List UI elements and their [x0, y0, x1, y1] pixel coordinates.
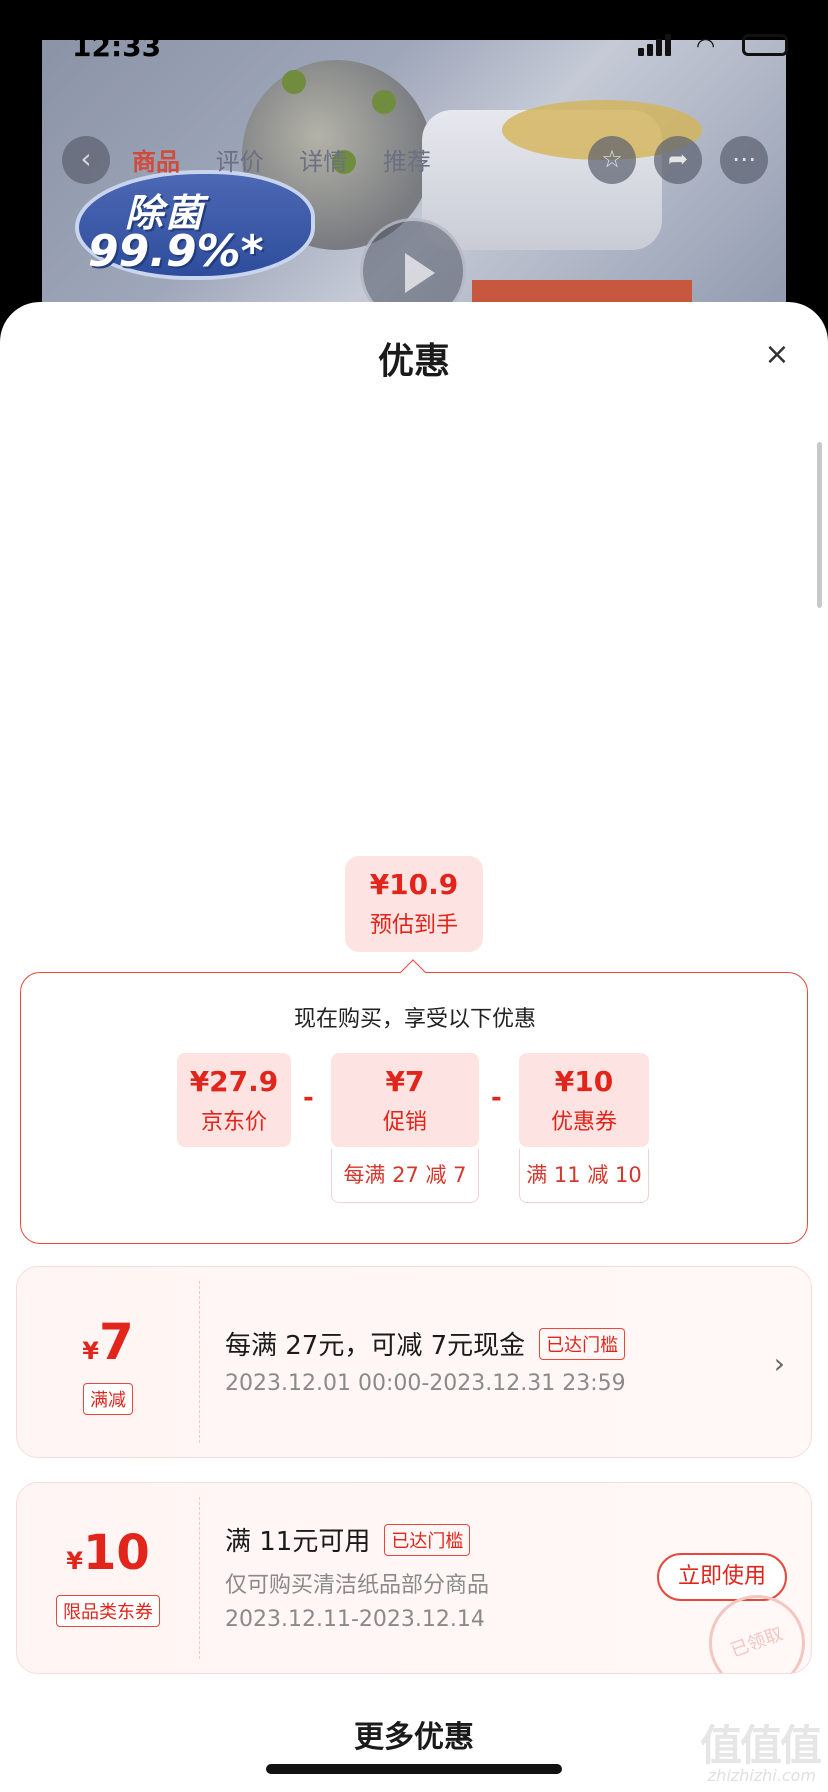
promotion-cell: ¥7 促销: [331, 1053, 479, 1147]
discount-sheet: 优惠 × ¥10.9 预估到手 现在购买，享受以下优惠 ¥27.9 京东价 - …: [0, 302, 828, 1792]
tab-details[interactable]: 详情: [299, 148, 347, 176]
minus-operator: -: [303, 1083, 314, 1113]
coupon-amount: ¥7: [82, 1313, 134, 1371]
home-indicator[interactable]: [266, 1764, 562, 1774]
watermark-logo: 值值值: [699, 1721, 822, 1770]
jd-price-cell: ¥27.9 京东价: [177, 1053, 291, 1147]
coupon-amount: ¥10: [66, 1525, 150, 1581]
coupon-type: 满减: [17, 1383, 199, 1415]
coupon-type: 限品类东券: [17, 1595, 199, 1627]
product-page-background: 除菌 99.9%* 12:33 ◠ ‹ 商品 评价 详情 推荐 ☆ ➦ ⋯: [0, 0, 828, 340]
favorite-icon[interactable]: ☆: [588, 136, 636, 184]
product-tabs: 商品 评价 详情 推荐: [132, 142, 459, 177]
signal-icon: [638, 34, 674, 56]
coupon-cell: ¥10 优惠券: [519, 1053, 649, 1147]
promotion-rule: 每满 27 减 7: [331, 1149, 479, 1203]
tab-recommend[interactable]: 推荐: [383, 148, 431, 176]
discount-breakdown: 现在购买，享受以下优惠 ¥27.9 京东价 - ¥7 促销 每满 27 减 7 …: [20, 972, 808, 1244]
coupon-title: 满 11元可用 已达门槛: [225, 1521, 471, 1558]
threshold-badge: 已达门槛: [384, 1524, 471, 1556]
coupon-rule: 满 11 减 10: [519, 1149, 649, 1203]
breakdown-heading: 现在购买，享受以下优惠: [293, 1007, 536, 1032]
coupon-card-promotion[interactable]: ¥7 满减 每满 27元，可减 7元现金 已达门槛 2023.12.01 00:0…: [16, 1266, 812, 1458]
use-now-button[interactable]: 立即使用: [657, 1553, 787, 1601]
back-icon[interactable]: ‹: [62, 136, 110, 184]
chevron-right-icon[interactable]: ›: [774, 1347, 785, 1380]
tab-reviews[interactable]: 评价: [216, 148, 264, 176]
watermark-url: zhizhizhi.com: [707, 1766, 816, 1785]
coupon-scope: 仅可购买清洁纸品部分商品: [225, 1573, 490, 1598]
promotion-label: 促销: [382, 1110, 427, 1135]
jd-price-label: 京东价: [200, 1110, 267, 1135]
promo-text-2: 99.9%*: [88, 226, 264, 277]
coupon-title: 每满 27元，可减 7元现金 已达门槛: [225, 1325, 626, 1362]
estimated-price-label: 预估到手: [369, 913, 458, 938]
estimated-price-value: ¥10.9: [369, 868, 459, 901]
minus-operator: -: [491, 1083, 502, 1113]
more-icon[interactable]: ⋯: [720, 136, 768, 184]
battery-icon: [742, 34, 788, 56]
sheet-title: 优惠: [377, 341, 450, 382]
tab-product[interactable]: 商品: [132, 148, 180, 176]
jd-price-value: ¥27.9: [189, 1065, 279, 1098]
promotion-value: ¥7: [385, 1065, 425, 1098]
coupon-label: 优惠券: [550, 1110, 617, 1135]
status-icons: ◠: [638, 34, 788, 59]
close-icon[interactable]: ×: [762, 340, 792, 370]
threshold-badge: 已达门槛: [539, 1328, 626, 1360]
scrollbar[interactable]: [817, 442, 822, 608]
estimated-price: ¥10.9 预估到手: [345, 856, 483, 952]
wifi-icon: ◠: [696, 34, 716, 59]
coupon-card-category: ¥10 限品类东券 满 11元可用 已达门槛 仅可购买清洁纸品部分商品 2023.…: [16, 1482, 812, 1674]
coupon-value: ¥10: [554, 1065, 614, 1098]
status-time: 12:33: [72, 30, 162, 63]
share-icon[interactable]: ➦: [654, 136, 702, 184]
coupon-validity: 2023.12.01 00:00-2023.12.31 23:59: [225, 1371, 626, 1396]
coupon-validity: 2023.12.11-2023.12.14: [225, 1607, 485, 1632]
